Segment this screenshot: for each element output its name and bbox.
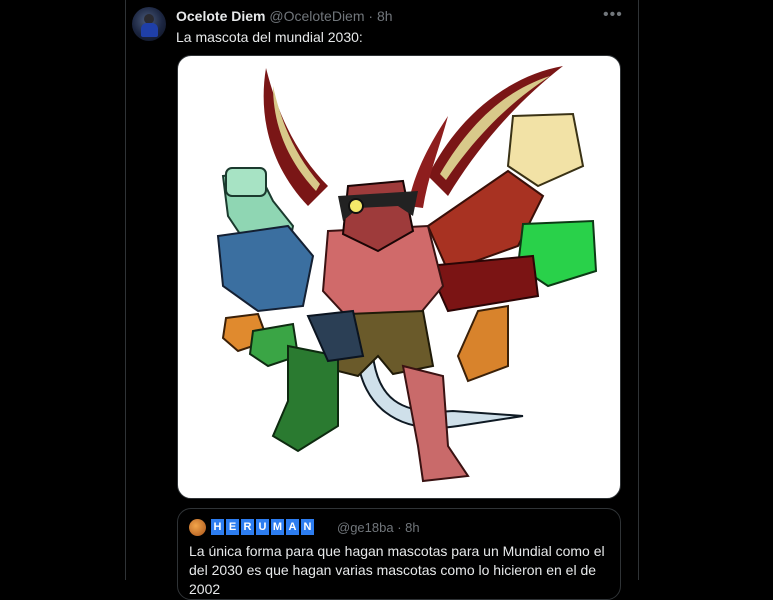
name-letter: M [271, 519, 284, 535]
quote-text: La única forma para que hagan mascotas p… [189, 543, 605, 597]
name-letter: H [211, 519, 224, 535]
quote-author-name: H E R U M A N [211, 519, 314, 535]
mascot-illustration [216, 66, 598, 483]
quote-author-avatar [189, 519, 206, 536]
meta-separator: · [368, 8, 374, 24]
quote-author-handle: @ge18ba [337, 520, 394, 535]
tweet-image[interactable] [177, 55, 621, 499]
author-name[interactable]: Ocelote Diem [176, 8, 265, 24]
quote-meta: @ge18ba · 8h [337, 520, 420, 535]
name-letter: N [301, 519, 314, 535]
quote-meta-separator: · [397, 520, 402, 535]
name-letter: U [256, 519, 269, 535]
tweet-header: Ocelote Diem @OceloteDiem · 8h [176, 8, 393, 25]
name-letter: E [226, 519, 239, 535]
tweet-time[interactable]: 8h [377, 8, 393, 24]
quote-time: 8h [405, 520, 420, 535]
name-letter: A [286, 519, 299, 535]
author-avatar[interactable] [132, 7, 166, 41]
tweet-text: La mascota del mundial 2030: [176, 29, 363, 45]
author-handle[interactable]: @OceloteDiem [269, 8, 364, 24]
avatar-figure [141, 23, 158, 37]
more-options-icon[interactable]: ••• [603, 6, 623, 24]
quoted-tweet[interactable]: H E R U M A N @ge18ba · 8h La única form… [177, 508, 621, 600]
name-letter: R [241, 519, 254, 535]
